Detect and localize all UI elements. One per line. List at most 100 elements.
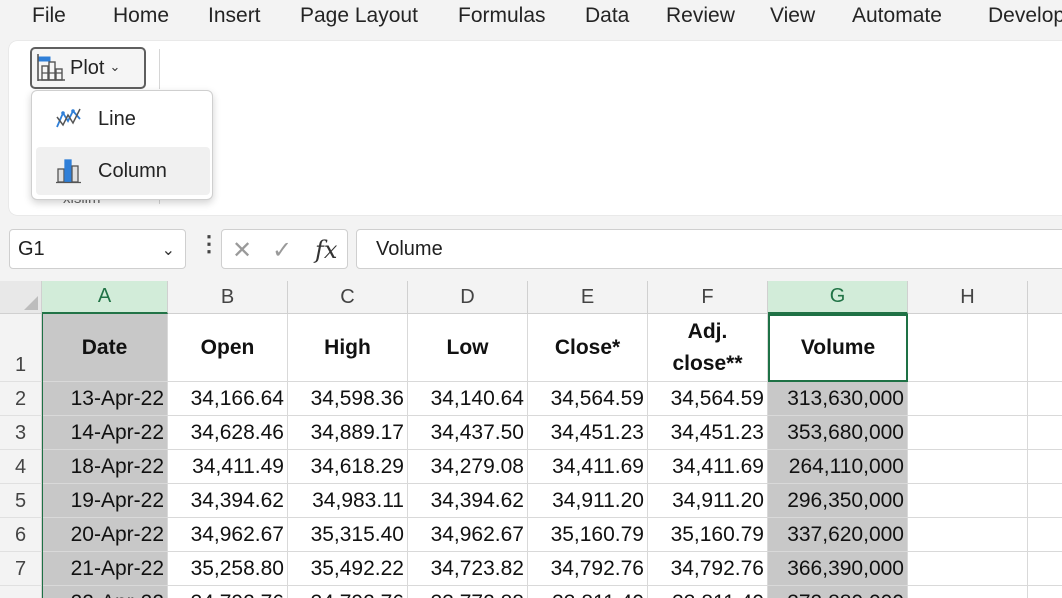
cell-f8[interactable]: 33,811.40: [648, 586, 768, 598]
more-options-icon[interactable]: ⋮: [198, 233, 220, 255]
menu-item-column[interactable]: Column: [36, 147, 210, 195]
cell-g3[interactable]: 353,680,000: [768, 416, 908, 450]
cell-g7[interactable]: 366,390,000: [768, 552, 908, 586]
cell-f3[interactable]: 34,451.23: [648, 416, 768, 450]
cell-a7[interactable]: 21-Apr-22: [42, 552, 168, 586]
cell-e2[interactable]: 34,564.59: [528, 382, 648, 416]
cell-c3[interactable]: 34,889.17: [288, 416, 408, 450]
cell-f7[interactable]: 34,792.76: [648, 552, 768, 586]
cell-g5[interactable]: 296,350,000: [768, 484, 908, 518]
cell-i2[interactable]: [1028, 382, 1062, 416]
insert-function-icon[interactable]: fx: [315, 236, 337, 264]
cell-d1[interactable]: Low: [408, 314, 528, 382]
cell-f5[interactable]: 34,911.20: [648, 484, 768, 518]
cell-b2[interactable]: 34,166.64: [168, 382, 288, 416]
cell-h2[interactable]: [908, 382, 1028, 416]
cell-i4[interactable]: [1028, 450, 1062, 484]
column-header-a[interactable]: A: [42, 281, 168, 314]
cell-d2[interactable]: 34,140.64: [408, 382, 528, 416]
column-header-g[interactable]: G: [768, 281, 908, 314]
cell-e4[interactable]: 34,411.69: [528, 450, 648, 484]
row-header-4[interactable]: 4: [0, 450, 42, 484]
cell-b3[interactable]: 34,628.46: [168, 416, 288, 450]
tab-insert[interactable]: Insert: [208, 4, 261, 28]
tab-home[interactable]: Home: [113, 4, 169, 28]
cell-h1[interactable]: [908, 314, 1028, 382]
cell-f6[interactable]: 35,160.79: [648, 518, 768, 552]
cell-c4[interactable]: 34,618.29: [288, 450, 408, 484]
cell-b4[interactable]: 34,411.49: [168, 450, 288, 484]
tab-developer[interactable]: Develop: [988, 4, 1062, 28]
cell-b5[interactable]: 34,394.62: [168, 484, 288, 518]
cell-b6[interactable]: 34,962.67: [168, 518, 288, 552]
cell-d3[interactable]: 34,437.50: [408, 416, 528, 450]
cell-e1[interactable]: Close*: [528, 314, 648, 382]
cell-f2[interactable]: 34,564.59: [648, 382, 768, 416]
cell-c6[interactable]: 35,315.40: [288, 518, 408, 552]
name-box[interactable]: G1 ⌄: [9, 229, 186, 269]
row-header-7[interactable]: 7: [0, 552, 42, 586]
cell-h3[interactable]: [908, 416, 1028, 450]
cancel-icon[interactable]: ✕: [232, 236, 252, 265]
tab-file[interactable]: File: [32, 4, 66, 28]
cell-c8[interactable]: 34,792.76: [288, 586, 408, 598]
row-header-3[interactable]: 3: [0, 416, 42, 450]
cell-c5[interactable]: 34,983.11: [288, 484, 408, 518]
cell-b1[interactable]: Open: [168, 314, 288, 382]
cell-a2[interactable]: 13-Apr-22: [42, 382, 168, 416]
cell-c1[interactable]: High: [288, 314, 408, 382]
cell-c7[interactable]: 35,492.22: [288, 552, 408, 586]
row-header-1[interactable]: 1: [0, 314, 42, 382]
row-header-6[interactable]: 6: [0, 518, 42, 552]
cell-b7[interactable]: 35,258.80: [168, 552, 288, 586]
cell-g2[interactable]: 313,630,000: [768, 382, 908, 416]
chevron-down-icon[interactable]: ⌄: [162, 240, 175, 260]
column-header-i[interactable]: [1028, 281, 1062, 314]
cell-a8[interactable]: 22-Apr-22: [42, 586, 168, 598]
menu-item-line[interactable]: Line: [36, 95, 210, 143]
cell-i7[interactable]: [1028, 552, 1062, 586]
tab-formulas[interactable]: Formulas: [458, 4, 546, 28]
cell-i6[interactable]: [1028, 518, 1062, 552]
cell-e6[interactable]: 35,160.79: [528, 518, 648, 552]
row-header-5[interactable]: 5: [0, 484, 42, 518]
tab-automate[interactable]: Automate: [852, 4, 942, 28]
cell-i5[interactable]: [1028, 484, 1062, 518]
cell-c2[interactable]: 34,598.36: [288, 382, 408, 416]
cell-a4[interactable]: 18-Apr-22: [42, 450, 168, 484]
cell-h6[interactable]: [908, 518, 1028, 552]
cell-e3[interactable]: 34,451.23: [528, 416, 648, 450]
tab-view[interactable]: View: [770, 4, 815, 28]
cell-h8[interactable]: [908, 586, 1028, 598]
cell-d8[interactable]: 33,772.88: [408, 586, 528, 598]
cell-a6[interactable]: 20-Apr-22: [42, 518, 168, 552]
cell-d5[interactable]: 34,394.62: [408, 484, 528, 518]
cell-i8[interactable]: [1028, 586, 1062, 598]
row-header-2[interactable]: 2: [0, 382, 42, 416]
cell-a3[interactable]: 14-Apr-22: [42, 416, 168, 450]
column-header-d[interactable]: D: [408, 281, 528, 314]
column-header-h[interactable]: H: [908, 281, 1028, 314]
cell-g4[interactable]: 264,110,000: [768, 450, 908, 484]
cell-h4[interactable]: [908, 450, 1028, 484]
cell-a1[interactable]: Date: [42, 314, 168, 382]
cell-i1[interactable]: [1028, 314, 1062, 382]
cell-a5[interactable]: 19-Apr-22: [42, 484, 168, 518]
row-header-8[interactable]: [0, 586, 42, 598]
enter-icon[interactable]: ✓: [272, 236, 292, 265]
cell-d4[interactable]: 34,279.08: [408, 450, 528, 484]
cell-i3[interactable]: [1028, 416, 1062, 450]
cell-h7[interactable]: [908, 552, 1028, 586]
column-header-c[interactable]: C: [288, 281, 408, 314]
plot-button[interactable]: Plot ⌄: [30, 47, 146, 89]
cell-b8[interactable]: 34,792.76: [168, 586, 288, 598]
column-header-e[interactable]: E: [528, 281, 648, 314]
cell-e7[interactable]: 34,792.76: [528, 552, 648, 586]
cell-e8[interactable]: 33,811.40: [528, 586, 648, 598]
formula-input[interactable]: Volume: [356, 229, 1062, 269]
column-header-f[interactable]: F: [648, 281, 768, 314]
column-header-b[interactable]: B: [168, 281, 288, 314]
cell-g6[interactable]: 337,620,000: [768, 518, 908, 552]
cell-d7[interactable]: 34,723.82: [408, 552, 528, 586]
cell-g8[interactable]: 372,880,000: [768, 586, 908, 598]
